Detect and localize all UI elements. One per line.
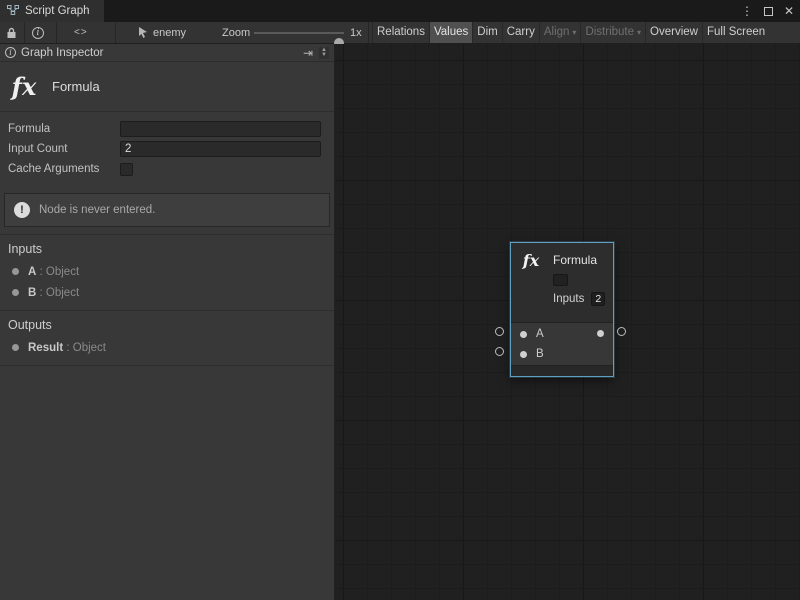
port-name: B bbox=[28, 287, 36, 299]
formula-node-ports: A B bbox=[511, 322, 613, 365]
port-type: Object bbox=[73, 342, 106, 354]
graph-target-label[interactable]: enemy bbox=[153, 22, 186, 43]
node-input-count[interactable]: 2 bbox=[591, 292, 605, 306]
info-icon: i bbox=[32, 27, 44, 39]
unit-title-block: fx Formula bbox=[0, 62, 334, 112]
toolbar-separator bbox=[56, 22, 57, 43]
tab-label: Script Graph bbox=[25, 5, 90, 17]
formula-field-row: Formula bbox=[0, 119, 334, 139]
input-count-label: Input Count bbox=[8, 143, 120, 155]
outputs-heading: Outputs bbox=[0, 311, 334, 337]
spinner-down-icon[interactable]: ▼ bbox=[321, 53, 327, 58]
graph-inspector-title: Graph Inspector bbox=[21, 47, 103, 59]
chevron-down-icon: ▾ bbox=[572, 22, 576, 43]
scroll-spinner[interactable]: ▲ ▼ bbox=[319, 47, 329, 59]
port-dot-icon[interactable] bbox=[520, 351, 527, 358]
cache-arguments-checkbox[interactable] bbox=[120, 163, 133, 176]
input-connection-point-a[interactable] bbox=[495, 327, 504, 336]
maximize-icon[interactable] bbox=[764, 7, 773, 16]
inspector-input-a: A : Object bbox=[0, 261, 334, 282]
input-count-field-row: Input Count bbox=[0, 139, 334, 159]
values-button[interactable]: Values bbox=[429, 22, 472, 43]
formula-fx-icon: fx bbox=[8, 72, 40, 101]
unit-title: Formula bbox=[52, 79, 100, 94]
port-type: Object bbox=[46, 287, 79, 299]
unity-window: Script Graph ⋮ ✕ i <> enemy Zoom bbox=[0, 0, 800, 600]
node-formula-input[interactable] bbox=[553, 274, 568, 286]
distribute-button[interactable]: Distribute▾ bbox=[580, 22, 645, 43]
warning-text: Node is never entered. bbox=[39, 204, 155, 216]
cache-arguments-label: Cache Arguments bbox=[8, 163, 120, 175]
formula-fx-icon: fx bbox=[518, 251, 544, 270]
node-port-b[interactable]: B bbox=[511, 344, 613, 364]
info-icon: i bbox=[5, 47, 16, 58]
warning-icon: ! bbox=[14, 202, 30, 218]
target-pointer-icon bbox=[138, 22, 149, 43]
script-graph-icon bbox=[7, 4, 19, 19]
graph-canvas[interactable]: fx Formula Inputs 2 A B bbox=[335, 44, 800, 600]
lock-icon[interactable] bbox=[6, 22, 17, 43]
tab-bar: Script Graph ⋮ ✕ bbox=[0, 0, 800, 22]
relations-button[interactable]: Relations bbox=[372, 22, 429, 43]
port-dot-icon bbox=[12, 268, 19, 275]
formula-input[interactable] bbox=[120, 121, 321, 137]
cache-arguments-field-row: Cache Arguments bbox=[0, 159, 334, 179]
close-icon[interactable]: ✕ bbox=[784, 0, 794, 22]
port-dot-icon[interactable] bbox=[520, 331, 527, 338]
zoom-value: 1x bbox=[350, 22, 362, 43]
overview-button[interactable]: Overview bbox=[645, 22, 702, 43]
info-toggle-icon[interactable]: i bbox=[32, 22, 44, 43]
node-output-port[interactable] bbox=[597, 330, 604, 337]
zoom-label: Zoom bbox=[222, 22, 250, 43]
graph-inspector-header: i Graph Inspector ⇥ ▲ ▼ bbox=[0, 44, 334, 62]
formula-node-footer bbox=[511, 365, 613, 376]
input-connection-point-b[interactable] bbox=[495, 347, 504, 356]
warning-banner: ! Node is never entered. bbox=[4, 193, 330, 227]
port-dot-icon bbox=[12, 344, 19, 351]
port-separator: : bbox=[36, 266, 46, 278]
graph-inspector-panel: i Graph Inspector ⇥ ▲ ▼ fx Formula Formu… bbox=[0, 44, 335, 600]
inspector-output-result: Result : Object bbox=[0, 337, 334, 358]
window-menu-icon[interactable]: ⋮ bbox=[741, 0, 753, 22]
code-view-icon[interactable]: <> bbox=[74, 22, 88, 43]
tab-script-graph[interactable]: Script Graph bbox=[0, 0, 104, 22]
dim-button[interactable]: Dim bbox=[472, 22, 501, 43]
divider bbox=[0, 365, 334, 366]
chevron-down-icon: ▾ bbox=[637, 22, 641, 43]
port-dot-icon bbox=[12, 289, 19, 296]
inputs-heading: Inputs bbox=[0, 235, 334, 261]
port-label: A bbox=[536, 328, 544, 340]
toolbar-separator bbox=[24, 22, 25, 43]
formula-node[interactable]: fx Formula Inputs 2 A B bbox=[510, 242, 614, 377]
full-screen-button[interactable]: Full Screen bbox=[702, 22, 769, 43]
toolbar-separator bbox=[115, 22, 116, 43]
output-connection-point[interactable] bbox=[617, 327, 626, 336]
formula-node-header: fx Formula Inputs 2 bbox=[511, 243, 613, 322]
port-separator: : bbox=[63, 342, 73, 354]
carry-button[interactable]: Carry bbox=[502, 22, 539, 43]
node-inputs-label: Inputs bbox=[553, 293, 584, 305]
input-count-input[interactable] bbox=[120, 141, 321, 157]
toolbar-separator bbox=[368, 22, 369, 43]
node-title: Formula bbox=[553, 253, 597, 267]
window-controls: ⋮ ✕ bbox=[741, 0, 794, 22]
port-type: Object bbox=[46, 266, 79, 278]
inspector-input-b: B : Object bbox=[0, 282, 334, 303]
toolbar-buttons: Relations Values Dim Carry Align▾ Distri… bbox=[372, 22, 800, 43]
inspector-fields: Formula Input Count Cache Arguments bbox=[0, 112, 334, 183]
zoom-slider[interactable] bbox=[254, 32, 344, 34]
dock-icon[interactable]: ⇥ bbox=[303, 46, 313, 60]
align-button[interactable]: Align▾ bbox=[539, 22, 581, 43]
port-label: B bbox=[536, 348, 544, 360]
port-separator: : bbox=[36, 287, 46, 299]
port-name: A bbox=[28, 266, 36, 278]
graph-toolbar: i <> enemy Zoom 1x Relations Values Dim … bbox=[0, 22, 800, 44]
port-name: Result bbox=[28, 342, 63, 354]
formula-field-label: Formula bbox=[8, 123, 120, 135]
